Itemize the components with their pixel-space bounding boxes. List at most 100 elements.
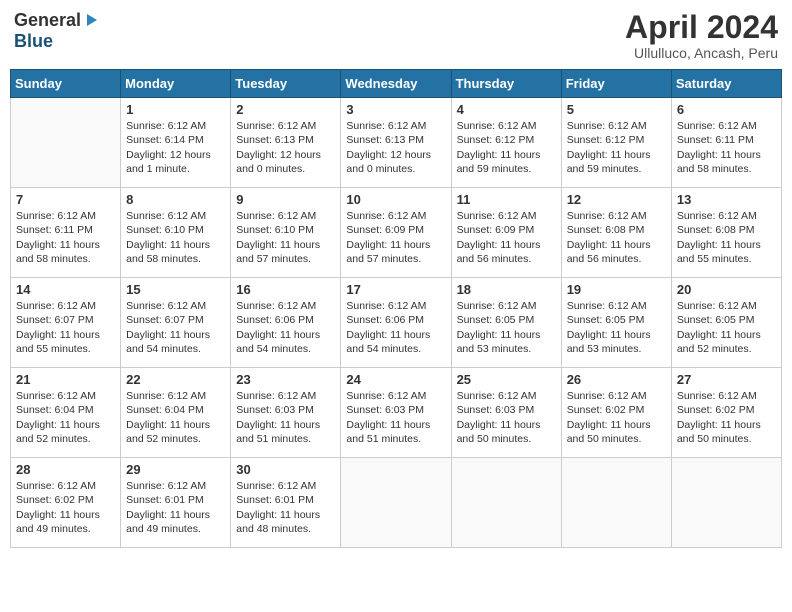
- day-info: Sunrise: 6:12 AMSunset: 6:02 PMDaylight:…: [677, 389, 776, 446]
- day-info: Sunrise: 6:12 AMSunset: 6:11 PMDaylight:…: [16, 209, 115, 266]
- day-number: 6: [677, 102, 776, 117]
- logo-arrow-icon: [83, 12, 99, 28]
- day-info: Sunrise: 6:12 AMSunset: 6:01 PMDaylight:…: [126, 479, 225, 536]
- day-number: 1: [126, 102, 225, 117]
- day-number: 20: [677, 282, 776, 297]
- logo-general-text: General: [14, 10, 81, 31]
- day-info: Sunrise: 6:12 AMSunset: 6:02 PMDaylight:…: [16, 479, 115, 536]
- calendar-cell: 7 Sunrise: 6:12 AMSunset: 6:11 PMDaylight…: [11, 188, 121, 278]
- calendar-week-row: 28Sunrise: 6:12 AMSunset: 6:02 PMDayligh…: [11, 458, 782, 548]
- day-info: Sunrise: 6:12 AMSunset: 6:09 PMDaylight:…: [346, 209, 445, 266]
- calendar-cell: 16 Sunrise: 6:12 AMSunset: 6:06 PMDayligh…: [231, 278, 341, 368]
- day-number: 25: [457, 372, 556, 387]
- calendar-cell: 15 Sunrise: 6:12 AMSunset: 6:07 PMDayligh…: [121, 278, 231, 368]
- day-number: 16: [236, 282, 335, 297]
- calendar-cell: 12 Sunrise: 6:12 AMSunset: 6:08 PMDayligh…: [561, 188, 671, 278]
- day-info: Sunrise: 6:12 AMSunset: 6:13 PMDaylight:…: [236, 119, 335, 176]
- calendar-cell: 25 Sunrise: 6:12 AMSunset: 6:03 PMDayligh…: [451, 368, 561, 458]
- day-number: 9: [236, 192, 335, 207]
- weekday-header-tuesday: Tuesday: [231, 70, 341, 98]
- day-number: 4: [457, 102, 556, 117]
- day-number: 27: [677, 372, 776, 387]
- calendar-cell: 11Sunrise: 6:12 AMSunset: 6:09 PMDayligh…: [451, 188, 561, 278]
- calendar-cell: 4 Sunrise: 6:12 AMSunset: 6:12 PMDaylight…: [451, 98, 561, 188]
- day-number: 8: [126, 192, 225, 207]
- day-info: Sunrise: 6:12 AMSunset: 6:06 PMDaylight:…: [346, 299, 445, 356]
- day-info: Sunrise: 6:12 AMSunset: 6:03 PMDaylight:…: [457, 389, 556, 446]
- weekday-header-wednesday: Wednesday: [341, 70, 451, 98]
- day-info: Sunrise: 6:12 AMSunset: 6:04 PMDaylight:…: [126, 389, 225, 446]
- calendar-cell: [11, 98, 121, 188]
- location-subtitle: Ullulluco, Ancash, Peru: [625, 45, 778, 61]
- day-info: Sunrise: 6:12 AMSunset: 6:10 PMDaylight:…: [236, 209, 335, 266]
- day-info: Sunrise: 6:12 AMSunset: 6:13 PMDaylight:…: [346, 119, 445, 176]
- calendar-week-row: 1Sunrise: 6:12 AMSunset: 6:14 PMDaylight…: [11, 98, 782, 188]
- day-info: Sunrise: 6:12 AMSunset: 6:08 PMDaylight:…: [677, 209, 776, 266]
- day-info: Sunrise: 6:12 AMSunset: 6:11 PMDaylight:…: [677, 119, 776, 176]
- day-number: 18: [457, 282, 556, 297]
- calendar-week-row: 14 Sunrise: 6:12 AMSunset: 6:07 PMDayligh…: [11, 278, 782, 368]
- day-info: Sunrise: 6:12 AMSunset: 6:09 PMDaylight:…: [457, 209, 556, 266]
- calendar-cell: 14 Sunrise: 6:12 AMSunset: 6:07 PMDayligh…: [11, 278, 121, 368]
- day-info: Sunrise: 6:12 AMSunset: 6:12 PMDaylight:…: [457, 119, 556, 176]
- day-number: 3: [346, 102, 445, 117]
- day-number: 17: [346, 282, 445, 297]
- calendar-cell: 5 Sunrise: 6:12 AMSunset: 6:12 PMDaylight…: [561, 98, 671, 188]
- day-number: 26: [567, 372, 666, 387]
- day-number: 21: [16, 372, 115, 387]
- day-number: 13: [677, 192, 776, 207]
- calendar-header-row: SundayMondayTuesdayWednesdayThursdayFrid…: [11, 70, 782, 98]
- calendar-cell: 18 Sunrise: 6:12 AMSunset: 6:05 PMDayligh…: [451, 278, 561, 368]
- day-number: 7: [16, 192, 115, 207]
- day-number: 5: [567, 102, 666, 117]
- day-info: Sunrise: 6:12 AMSunset: 6:05 PMDaylight:…: [567, 299, 666, 356]
- calendar-cell: 19 Sunrise: 6:12 AMSunset: 6:05 PMDayligh…: [561, 278, 671, 368]
- calendar-cell: [671, 458, 781, 548]
- page-header: General Blue April 2024 Ullulluco, Ancas…: [10, 10, 782, 61]
- calendar-cell: 10 Sunrise: 6:12 AMSunset: 6:09 PMDayligh…: [341, 188, 451, 278]
- title-area: April 2024 Ullulluco, Ancash, Peru: [625, 10, 778, 61]
- day-info: Sunrise: 6:12 AMSunset: 6:10 PMDaylight:…: [126, 209, 225, 266]
- calendar-week-row: 21 Sunrise: 6:12 AMSunset: 6:04 PMDayligh…: [11, 368, 782, 458]
- calendar-cell: 21Sunrise: 6:12 AMSunset: 6:04 PMDayligh…: [11, 368, 121, 458]
- calendar-cell: 13 Sunrise: 6:12 AMSunset: 6:08 PMDayligh…: [671, 188, 781, 278]
- logo: General Blue: [14, 10, 99, 52]
- weekday-header-sunday: Sunday: [11, 70, 121, 98]
- calendar-cell: 9 Sunrise: 6:12 AMSunset: 6:10 PMDaylight…: [231, 188, 341, 278]
- day-info: Sunrise: 6:12 AMSunset: 6:07 PMDaylight:…: [126, 299, 225, 356]
- calendar-cell: 26Sunrise: 6:12 AMSunset: 6:02 PMDayligh…: [561, 368, 671, 458]
- day-info: Sunrise: 6:12 AMSunset: 6:07 PMDaylight:…: [16, 299, 115, 356]
- day-number: 14: [16, 282, 115, 297]
- calendar-cell: 20 Sunrise: 6:12 AMSunset: 6:05 PMDayligh…: [671, 278, 781, 368]
- day-number: 24: [346, 372, 445, 387]
- weekday-header-saturday: Saturday: [671, 70, 781, 98]
- day-info: Sunrise: 6:12 AMSunset: 6:08 PMDaylight:…: [567, 209, 666, 266]
- day-number: 15: [126, 282, 225, 297]
- day-number: 30: [236, 462, 335, 477]
- day-info: Sunrise: 6:12 AMSunset: 6:03 PMDaylight:…: [236, 389, 335, 446]
- day-info: Sunrise: 6:12 AMSunset: 6:05 PMDaylight:…: [677, 299, 776, 356]
- calendar-cell: 28Sunrise: 6:12 AMSunset: 6:02 PMDayligh…: [11, 458, 121, 548]
- day-number: 2: [236, 102, 335, 117]
- day-info: Sunrise: 6:12 AMSunset: 6:06 PMDaylight:…: [236, 299, 335, 356]
- calendar-cell: 29 Sunrise: 6:12 AMSunset: 6:01 PMDayligh…: [121, 458, 231, 548]
- day-info: Sunrise: 6:12 AMSunset: 6:05 PMDaylight:…: [457, 299, 556, 356]
- day-number: 19: [567, 282, 666, 297]
- weekday-header-monday: Monday: [121, 70, 231, 98]
- calendar-cell: 3 Sunrise: 6:12 AMSunset: 6:13 PMDaylight…: [341, 98, 451, 188]
- calendar-cell: 6 Sunrise: 6:12 AMSunset: 6:11 PMDaylight…: [671, 98, 781, 188]
- calendar-cell: 23Sunrise: 6:12 AMSunset: 6:03 PMDayligh…: [231, 368, 341, 458]
- day-number: 12: [567, 192, 666, 207]
- calendar-cell: 8 Sunrise: 6:12 AMSunset: 6:10 PMDaylight…: [121, 188, 231, 278]
- calendar-cell: [561, 458, 671, 548]
- logo-blue-text: Blue: [14, 31, 53, 51]
- day-number: 29: [126, 462, 225, 477]
- day-info: Sunrise: 6:12 AMSunset: 6:12 PMDaylight:…: [567, 119, 666, 176]
- day-number: 10: [346, 192, 445, 207]
- month-year-title: April 2024: [625, 10, 778, 45]
- day-number: 22: [126, 372, 225, 387]
- calendar-table: SundayMondayTuesdayWednesdayThursdayFrid…: [10, 69, 782, 548]
- calendar-cell: 22 Sunrise: 6:12 AMSunset: 6:04 PMDayligh…: [121, 368, 231, 458]
- calendar-cell: [451, 458, 561, 548]
- day-info: Sunrise: 6:12 AMSunset: 6:03 PMDaylight:…: [346, 389, 445, 446]
